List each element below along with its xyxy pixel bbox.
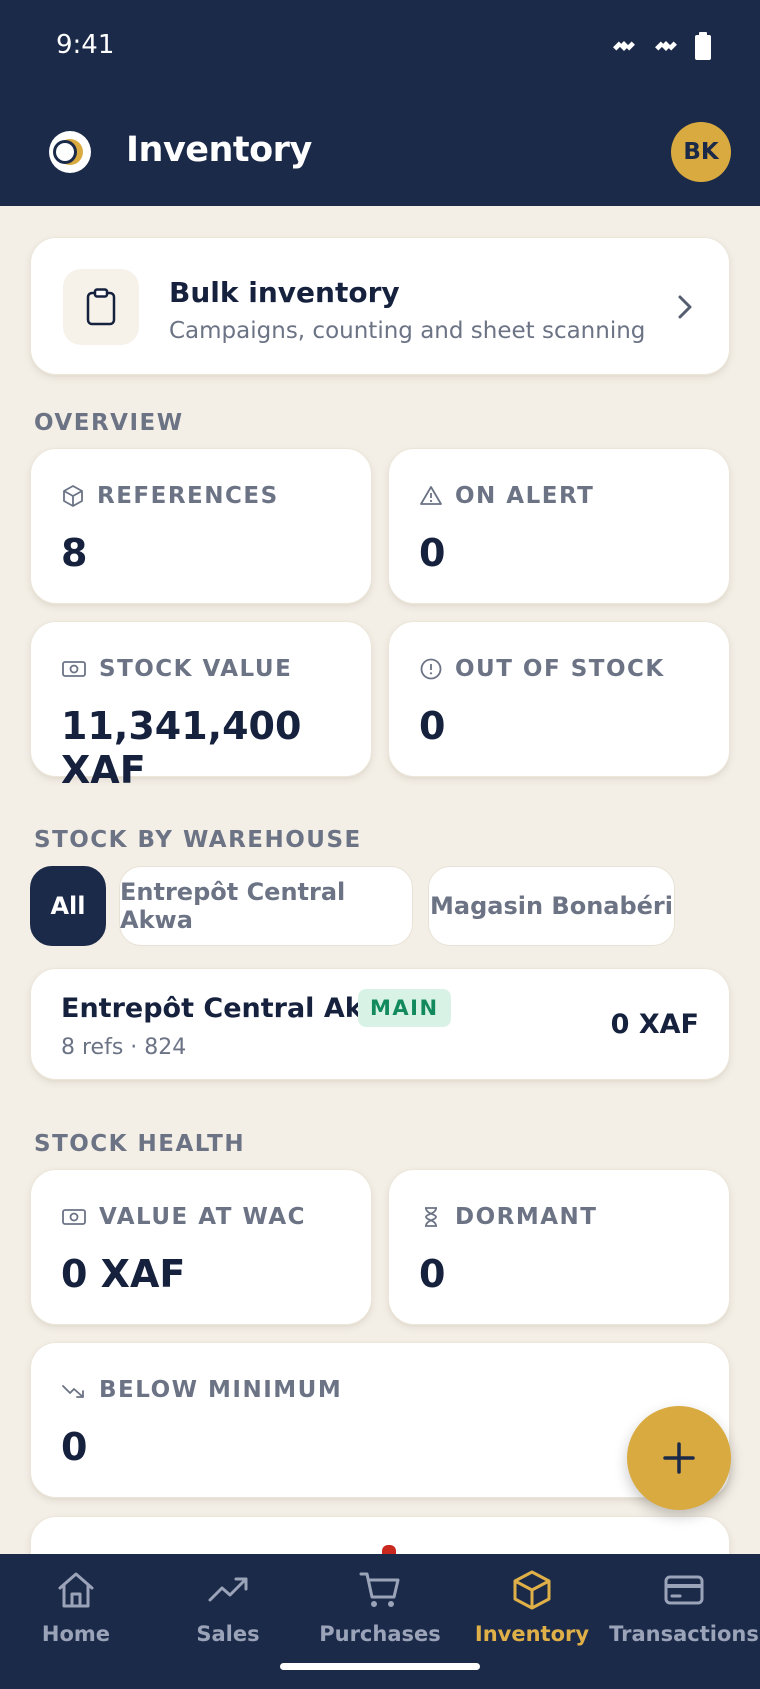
value-at-wac-label: VALUE AT WAC [99, 1204, 306, 1230]
stock-value-label: STOCK VALUE [99, 656, 293, 682]
references-value: 8 [61, 531, 88, 575]
chevron-right-icon [678, 295, 692, 319]
warehouse-name: Entrepôt Central Akwa [61, 993, 406, 1024]
below-minimum-value: 0 [61, 1425, 88, 1469]
satellite-icon [613, 41, 635, 51]
app-header: 9:41 Inventory BK [0, 0, 760, 206]
nav-item-sales[interactable]: Sales [152, 1568, 304, 1646]
battery-icon [695, 32, 711, 60]
avatar[interactable]: BK [671, 122, 731, 182]
bulk-inventory-card[interactable]: Bulk inventory Campaigns, counting and s… [30, 237, 730, 375]
nav-item-purchases[interactable]: Purchases [304, 1568, 456, 1646]
trending-down-icon [62, 1385, 84, 1398]
on-alert-label: ON ALERT [455, 483, 595, 509]
health-section-label: STOCK HEALTH [34, 1131, 246, 1157]
value-at-wac-value: 0 XAF [61, 1252, 186, 1296]
home-icon [58, 1572, 94, 1608]
filter-chip-magasin-bonaberi[interactable]: Magasin Bonabéri [428, 866, 675, 946]
bulk-inventory-title: Bulk inventory [169, 276, 400, 309]
filter-chip-all[interactable]: All [30, 866, 106, 946]
page-title: Inventory [126, 130, 312, 170]
card-icon [664, 1575, 704, 1605]
satellite-icon [655, 41, 677, 51]
warehouse-value: 0 XAF [610, 1009, 699, 1040]
banknote-icon [62, 1209, 86, 1225]
nav-label-home: Home [41, 1622, 111, 1646]
status-icons [610, 32, 712, 60]
nav-label-sales: Sales [196, 1622, 260, 1646]
on-alert-card[interactable]: ON ALERT 0 [388, 448, 730, 604]
bulk-inventory-subtitle: Campaigns, counting and sheet scanning [169, 318, 646, 344]
filter-chip-entrepot-central-akwa[interactable]: Entrepôt Central Akwa [119, 866, 413, 946]
dormant-value: 0 [419, 1252, 446, 1296]
nav-label-purchases: Purchases [319, 1622, 441, 1646]
references-card[interactable]: REFERENCES 8 [30, 448, 372, 604]
warehouse-meta: 8 refs · 824 [61, 1035, 187, 1060]
references-label: REFERENCES [97, 483, 279, 509]
stock-value-value: 11,341,400 XAF [61, 704, 302, 792]
below-minimum-label: BELOW MINIMUM [99, 1377, 343, 1403]
banknote-icon [62, 661, 86, 677]
box-icon [513, 1570, 551, 1610]
nav-item-home[interactable]: Home [0, 1568, 152, 1646]
value-at-wac-card[interactable]: VALUE AT WAC 0 XAF [30, 1169, 372, 1325]
dormant-card[interactable]: DORMANT 0 [388, 1169, 730, 1325]
home-indicator[interactable] [280, 1663, 480, 1670]
nav-label-transactions: Transactions [609, 1622, 759, 1646]
dormant-label: DORMANT [455, 1204, 598, 1230]
nav-item-inventory[interactable]: Inventory [456, 1568, 608, 1646]
nav-label-inventory: Inventory [474, 1622, 590, 1646]
add-button[interactable] [627, 1406, 731, 1510]
out-of-stock-label: OUT OF STOCK [455, 656, 665, 682]
cart-icon [359, 1572, 400, 1607]
below-minimum-card[interactable]: BELOW MINIMUM 0 [30, 1342, 730, 1498]
overview-section-label: OVERVIEW [34, 410, 184, 436]
status-time: 9:41 [56, 30, 115, 60]
warehouse-section-label: STOCK BY WAREHOUSE [34, 827, 362, 853]
clipboard-icon [63, 269, 139, 345]
cube-icon [63, 485, 83, 507]
main-badge: MAIN [358, 989, 451, 1027]
out-of-stock-value: 0 [419, 704, 446, 748]
alert-circle-icon [420, 658, 442, 680]
out-of-stock-card[interactable]: OUT OF STOCK 0 [388, 621, 730, 777]
on-alert-value: 0 [419, 531, 446, 575]
warehouse-card[interactable]: Entrepôt Central Akwa MAIN 8 refs · 824 … [30, 968, 730, 1080]
plus-icon [663, 1442, 695, 1474]
app-logo-icon [49, 131, 91, 173]
stock-value-card[interactable]: STOCK VALUE 11,341,400 XAF [30, 621, 372, 792]
warning-icon [420, 486, 442, 505]
nav-item-transactions[interactable]: Transactions [608, 1568, 760, 1646]
trending-up-icon [208, 1577, 248, 1602]
hourglass-icon [425, 1207, 437, 1227]
